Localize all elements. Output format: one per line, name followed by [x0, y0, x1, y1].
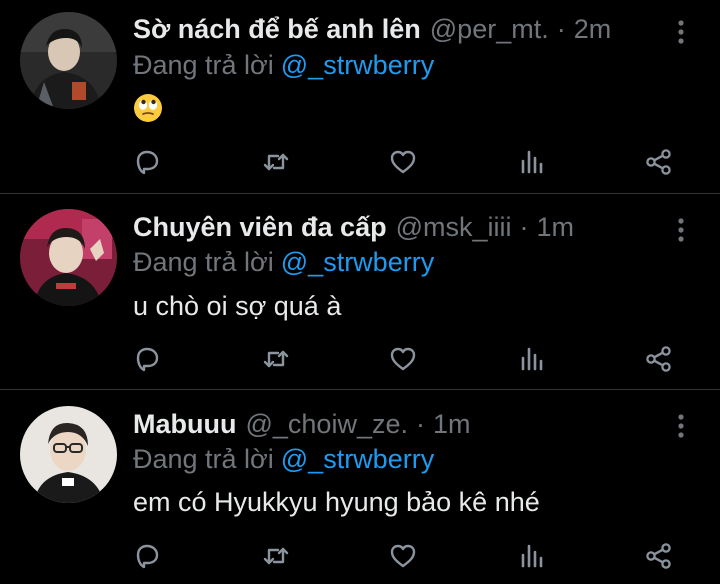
replying-to: Đang trả lời @_strwberry	[133, 441, 434, 477]
reply-icon[interactable]	[132, 344, 162, 374]
separator-dot: ·	[556, 14, 566, 44]
like-icon[interactable]	[388, 147, 418, 177]
retweet-icon[interactable]	[261, 541, 291, 571]
user-handle[interactable]: @msk_iiii	[396, 209, 512, 245]
reply-target-handle[interactable]: @_strwberry	[281, 444, 434, 474]
replying-to: Đang trả lời @_strwberry	[133, 47, 434, 83]
replying-to-label: Đang trả lời	[133, 444, 274, 474]
more-options-icon[interactable]	[672, 217, 690, 243]
share-icon[interactable]	[644, 344, 674, 374]
timestamp[interactable]: 2m	[574, 11, 612, 47]
reply-target-handle[interactable]: @_strwberry	[281, 247, 434, 277]
tweet-header: Sờ nách để bế anh lên @per_mt. · 2m	[133, 11, 611, 47]
like-icon[interactable]	[388, 344, 418, 374]
reply-icon[interactable]	[132, 541, 162, 571]
display-name[interactable]: Chuyên viên đa cấp	[133, 209, 387, 245]
timestamp[interactable]: 1m	[537, 209, 575, 245]
like-icon[interactable]	[388, 541, 418, 571]
tweet-text: u chò oi sợ quá à	[133, 291, 342, 321]
user-handle[interactable]: @_choiw_ze.	[245, 406, 408, 442]
replying-to-label: Đang trả lời	[133, 247, 274, 277]
tweet[interactable]: Chuyên viên đa cấp @msk_iiii · 1m Đang t…	[0, 194, 720, 389]
reply-target-handle[interactable]: @_strwberry	[281, 50, 434, 80]
tweet-header: Chuyên viên đa cấp @msk_iiii · 1m	[133, 209, 574, 245]
stats-icon[interactable]	[517, 541, 547, 571]
more-options-icon[interactable]	[672, 19, 690, 45]
display-name[interactable]: Mabuuu	[133, 406, 236, 442]
retweet-icon[interactable]	[261, 344, 291, 374]
avatar[interactable]	[20, 406, 117, 503]
replying-to: Đang trả lời @_strwberry	[133, 244, 434, 280]
share-icon[interactable]	[644, 147, 674, 177]
rolling-eyes-emoji	[133, 93, 163, 128]
share-icon[interactable]	[644, 541, 674, 571]
replying-to-label: Đang trả lời	[133, 50, 274, 80]
stats-icon[interactable]	[517, 147, 547, 177]
timestamp[interactable]: 1m	[433, 406, 471, 442]
tweet[interactable]: Mabuuu @_choiw_ze. · 1m Đang trả lời @_st…	[0, 390, 720, 584]
reply-icon[interactable]	[132, 147, 162, 177]
tweet-text: em có Hyukkyu hyung bảo kê nhé	[133, 487, 540, 517]
tweet[interactable]: Sờ nách để bế anh lên @per_mt. · 2m Đang…	[0, 0, 720, 193]
display-name[interactable]: Sờ nách để bế anh lên	[133, 11, 421, 47]
separator-dot: ·	[519, 212, 529, 242]
separator-dot: ·	[415, 409, 425, 439]
retweet-icon[interactable]	[261, 147, 291, 177]
avatar[interactable]	[20, 209, 117, 306]
more-options-icon[interactable]	[672, 413, 690, 439]
tweet-header: Mabuuu @_choiw_ze. · 1m	[133, 406, 471, 442]
stats-icon[interactable]	[517, 344, 547, 374]
user-handle[interactable]: @per_mt.	[430, 11, 549, 47]
avatar[interactable]	[20, 12, 117, 109]
